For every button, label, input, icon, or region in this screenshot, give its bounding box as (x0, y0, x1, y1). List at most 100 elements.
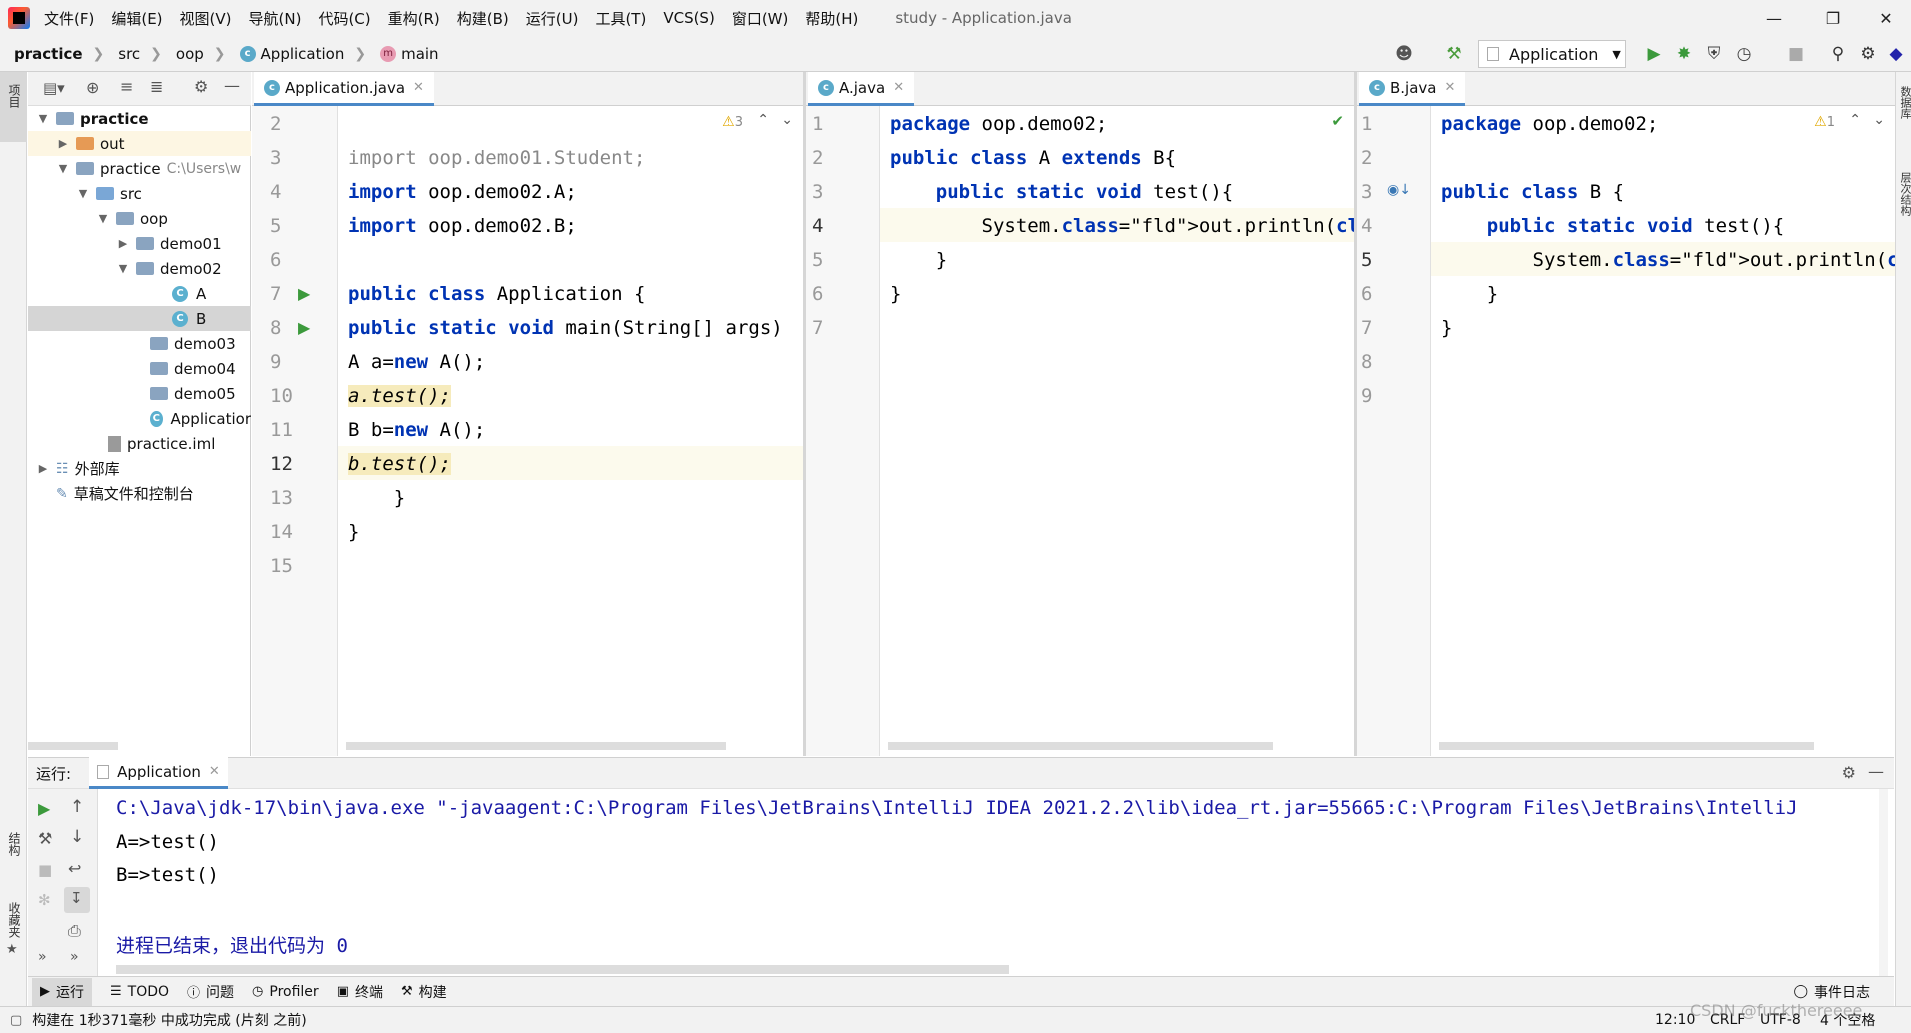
editor3-code-area[interactable]: package oop.demo02; public class B { pub… (1431, 106, 1895, 756)
tool-window-terminal[interactable]: ▣ 终端 (337, 982, 383, 1002)
hide-icon[interactable]: — (224, 76, 240, 95)
menu-tools[interactable]: 工具(T) (595, 8, 646, 29)
arrow-down-icon[interactable]: ↓ (70, 827, 84, 847)
print-icon[interactable]: ⎙ (68, 921, 81, 941)
tab-a-java[interactable]: c A.java ✕ (808, 72, 915, 106)
collapse-all-icon[interactable]: ≣ (150, 77, 163, 96)
debug-icon[interactable]: ✸ (1672, 42, 1696, 66)
implemented-gutter-icon[interactable]: ◉↓ (1387, 182, 1411, 198)
breadcrumb-project[interactable]: practice (14, 45, 83, 63)
tool-window-problems[interactable]: ⓘ 问题 (187, 982, 234, 1002)
close-tab-icon[interactable]: ✕ (893, 80, 904, 95)
run-gutter-icon[interactable]: ▶ (298, 284, 310, 303)
tree-item-out[interactable]: ▶ out (28, 131, 251, 156)
tree-item-scratches[interactable]: ✎ 草稿文件和控制台 (28, 481, 251, 506)
rerun-icon[interactable]: ▶ (38, 799, 50, 818)
horizontal-scrollbar[interactable] (116, 965, 1009, 974)
tab-b-java[interactable]: c B.java ✕ (1359, 72, 1466, 106)
tool-window-build[interactable]: ⚒ 构建 (401, 982, 447, 1002)
arrow-up-icon[interactable]: ↑ (70, 797, 84, 817)
database-tool-label[interactable]: 数据库 (1897, 86, 1911, 119)
breadcrumb-oop[interactable]: oop (176, 45, 204, 63)
tool-window-todo[interactable]: ☰ TODO (110, 984, 169, 1000)
tree-item-demo04[interactable]: demo04 (28, 356, 251, 381)
horizontal-scrollbar[interactable] (888, 742, 1273, 750)
horizontal-scrollbar[interactable] (28, 742, 118, 750)
more-icon[interactable]: » (70, 949, 79, 965)
profile-icon[interactable]: ◷ (1732, 42, 1756, 66)
hide-icon[interactable]: — (1868, 762, 1884, 781)
favorites-tool-label[interactable]: 收藏夹 (6, 902, 23, 938)
tree-item-practice-iml[interactable]: practice.iml (28, 431, 251, 456)
coverage-icon[interactable]: ⛨ (1702, 42, 1726, 66)
tree-item-demo05[interactable]: demo05 (28, 381, 251, 406)
menu-window[interactable]: 窗口(W) (732, 8, 789, 29)
gear-icon[interactable]: ⚙ (1842, 763, 1856, 782)
tree-item-demo03[interactable]: demo03 (28, 331, 251, 356)
console-output[interactable]: C:\Java\jdk-17\bin\java.exe "-javaagent:… (98, 789, 1888, 976)
chevron-down-icon[interactable]: ⌄ (781, 112, 793, 128)
close-button[interactable]: ✕ (1863, 0, 1909, 36)
menu-run[interactable]: 运行(U) (526, 8, 579, 29)
tree-item-practice-root[interactable]: ▼ practice (28, 106, 251, 131)
breadcrumb-src[interactable]: src (118, 45, 140, 63)
tree-item-application[interactable]: C Applicatior (28, 406, 251, 431)
editor1-code-area[interactable]: import oop.demo01.Student; import oop.de… (338, 106, 803, 756)
tree-item-oop[interactable]: ▼ oop (28, 206, 251, 231)
stop-icon[interactable]: ■ (1784, 42, 1808, 66)
settings-gear-icon[interactable]: ⚙ (1856, 42, 1880, 66)
jetbrains-icon[interactable]: ◆ (1884, 42, 1908, 66)
horizontal-scrollbar[interactable] (1439, 742, 1814, 750)
search-icon[interactable]: ⚲ (1826, 42, 1850, 66)
status-square-icon[interactable]: ▢ (10, 1013, 22, 1028)
editor2-code-area[interactable]: package oop.demo02; public class A exten… (880, 106, 1354, 756)
user-icon[interactable]: ☻ (1392, 42, 1416, 66)
tool-window-profiler[interactable]: ◷ Profiler (252, 984, 319, 1000)
restore-layout-icon[interactable]: ✻ (38, 891, 51, 909)
menu-file[interactable]: 文件(F) (44, 8, 94, 29)
maximize-button[interactable]: ❐ (1810, 0, 1856, 36)
run-configuration-select[interactable]: Application ▼ (1478, 40, 1626, 68)
chevron-up-icon[interactable]: ⌃ (757, 112, 769, 128)
tool-window-run[interactable]: ▶ 运行 (32, 977, 92, 1006)
run-tab-application[interactable]: Application ✕ (89, 757, 228, 789)
tree-item-src[interactable]: ▼ src (28, 181, 251, 206)
menu-navigate[interactable]: 导航(N) (249, 8, 302, 29)
breadcrumb-application[interactable]: c Application (239, 45, 344, 63)
build-hammer-icon[interactable]: ⚒ (1442, 42, 1466, 66)
tab-application-java[interactable]: c Application.java ✕ (254, 72, 434, 106)
inspection-widget[interactable]: ⚠ 3 (722, 114, 743, 130)
inspection-widget[interactable]: ⚠ 1 (1814, 114, 1835, 130)
expand-all-icon[interactable]: ≡ (120, 77, 133, 96)
close-tab-icon[interactable]: ✕ (209, 764, 220, 779)
scroll-to-end-button[interactable]: ↧ (64, 887, 90, 913)
project-tool-button[interactable]: 项目 (0, 72, 27, 142)
close-tab-icon[interactable]: ✕ (413, 80, 424, 95)
menu-vcs[interactable]: VCS(S) (663, 9, 714, 27)
horizontal-scrollbar[interactable] (346, 742, 726, 750)
more-icon[interactable]: » (38, 949, 47, 965)
minimize-button[interactable]: — (1751, 0, 1797, 36)
tree-item-demo01[interactable]: ▶ demo01 (28, 231, 251, 256)
view-mode-icon[interactable]: ▤▾ (43, 79, 65, 97)
wrench-icon[interactable]: ⚒ (38, 829, 52, 848)
tree-item-class-b[interactable]: C B (28, 306, 251, 331)
tree-item-practice-module[interactable]: ▼ practice C:\Users\w (28, 156, 251, 181)
status-message[interactable]: 构建在 1秒371毫秒 中成功完成 (片刻 之前) (32, 1010, 306, 1030)
menu-code[interactable]: 代码(C) (318, 8, 370, 29)
structure-tool-label[interactable]: 结构 (6, 832, 23, 856)
tree-item-class-a[interactable]: C A (28, 281, 251, 306)
tree-item-external-libraries[interactable]: ▶ ☷ 外部库 (28, 456, 251, 481)
hierarchy-tool-label[interactable]: 层次结构 (1897, 172, 1911, 216)
gear-icon[interactable]: ⚙ (194, 77, 208, 96)
run-gutter-icon[interactable]: ▶ (298, 318, 310, 337)
menu-view[interactable]: 视图(V) (180, 8, 232, 29)
soft-wrap-icon[interactable]: ↩ (68, 859, 81, 878)
vertical-scrollbar[interactable] (1879, 789, 1888, 976)
menu-refactor[interactable]: 重构(R) (388, 8, 440, 29)
run-icon[interactable]: ▶ (1642, 42, 1666, 66)
chevron-up-icon[interactable]: ⌃ (1849, 112, 1861, 128)
event-log-button[interactable]: ◯ 事件日志 (1793, 982, 1870, 1002)
menu-edit[interactable]: 编辑(E) (111, 8, 162, 29)
stop-icon[interactable]: ■ (38, 861, 52, 879)
